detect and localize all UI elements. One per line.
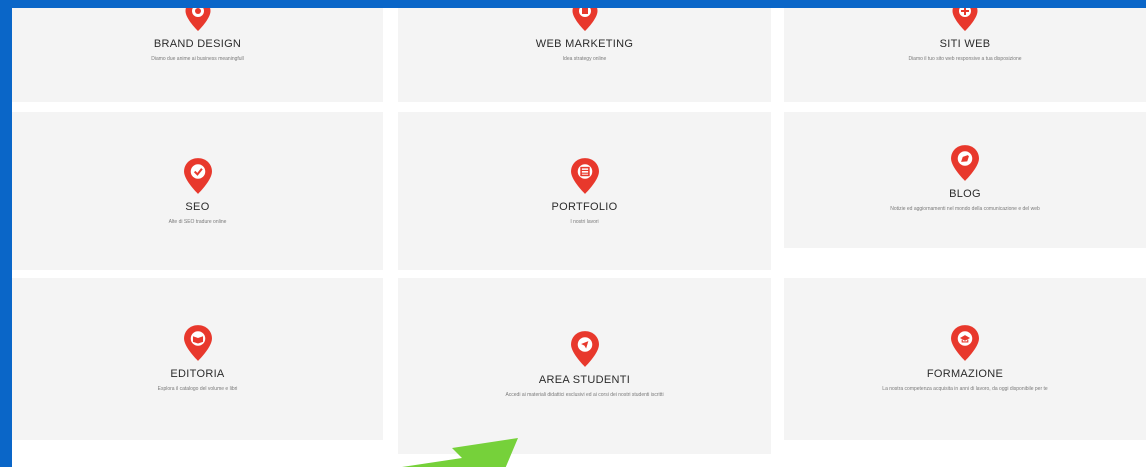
card-title: BRAND DESIGN <box>153 38 242 50</box>
location-pin-icon <box>183 158 212 194</box>
card-description: Diamo il tuo sito web responsive a tua d… <box>908 56 1022 62</box>
service-card-area-studenti[interactable]: AREA STUDENTI Accedi ai materiali didatt… <box>398 278 771 454</box>
service-card-web-marketing[interactable]: WEB MARKETING Idea strategy online <box>398 8 771 102</box>
card-description: Accedi ai materiali didattici esclusivi … <box>505 392 664 398</box>
location-pin-icon <box>572 8 597 31</box>
service-card-blog[interactable]: BLOG Notizie ed aggiornamenti nel mondo … <box>784 112 1146 248</box>
location-pin-icon <box>951 325 979 361</box>
service-card-brand-design[interactable]: BRAND DESIGN Diamo due anime ai business… <box>12 8 383 102</box>
service-card-portfolio[interactable]: PORTFOLIO I nostri lavori <box>398 112 771 270</box>
services-page: BRAND DESIGN Diamo due anime ai business… <box>12 8 1146 467</box>
location-pin-icon <box>951 145 979 181</box>
card-title: EDITORIA <box>170 368 225 380</box>
location-pin-icon <box>952 8 978 31</box>
green-arrow-pointer-icon <box>402 438 518 467</box>
card-title: BLOG <box>949 188 981 200</box>
card-description: Esplora il catalogo del volume e libri <box>157 386 238 392</box>
location-pin-icon <box>185 8 210 31</box>
service-card-formazione[interactable]: FORMAZIONE La nostra competenza acquisit… <box>784 278 1146 440</box>
card-title: FORMAZIONE <box>926 368 1004 380</box>
location-pin-icon <box>570 158 599 194</box>
location-pin-icon <box>570 331 599 367</box>
card-description: Notizie ed aggiornamenti nel mondo della… <box>890 206 1040 212</box>
card-description: La nostra competenza acquisita in anni d… <box>882 386 1048 392</box>
service-card-seo[interactable]: SEO Alte di SEO tradure online <box>12 112 383 270</box>
card-title: AREA STUDENTI <box>538 374 631 386</box>
card-title: PORTFOLIO <box>551 201 618 213</box>
service-card-siti-web[interactable]: SITI WEB Diamo il tuo sito web responsiv… <box>784 8 1146 102</box>
card-description: Diamo due anime ai business meaningfull <box>151 56 244 62</box>
card-description: Idea strategy online <box>562 56 607 62</box>
card-description: Alte di SEO tradure online <box>168 219 227 225</box>
service-card-editoria[interactable]: EDITORIA Esplora il catalogo del volume … <box>12 278 383 440</box>
location-pin-icon <box>183 325 212 361</box>
card-title: SEO <box>185 201 210 213</box>
card-description: I nostri lavori <box>570 219 599 225</box>
card-title: SITI WEB <box>939 38 991 50</box>
card-title: WEB MARKETING <box>535 38 634 50</box>
